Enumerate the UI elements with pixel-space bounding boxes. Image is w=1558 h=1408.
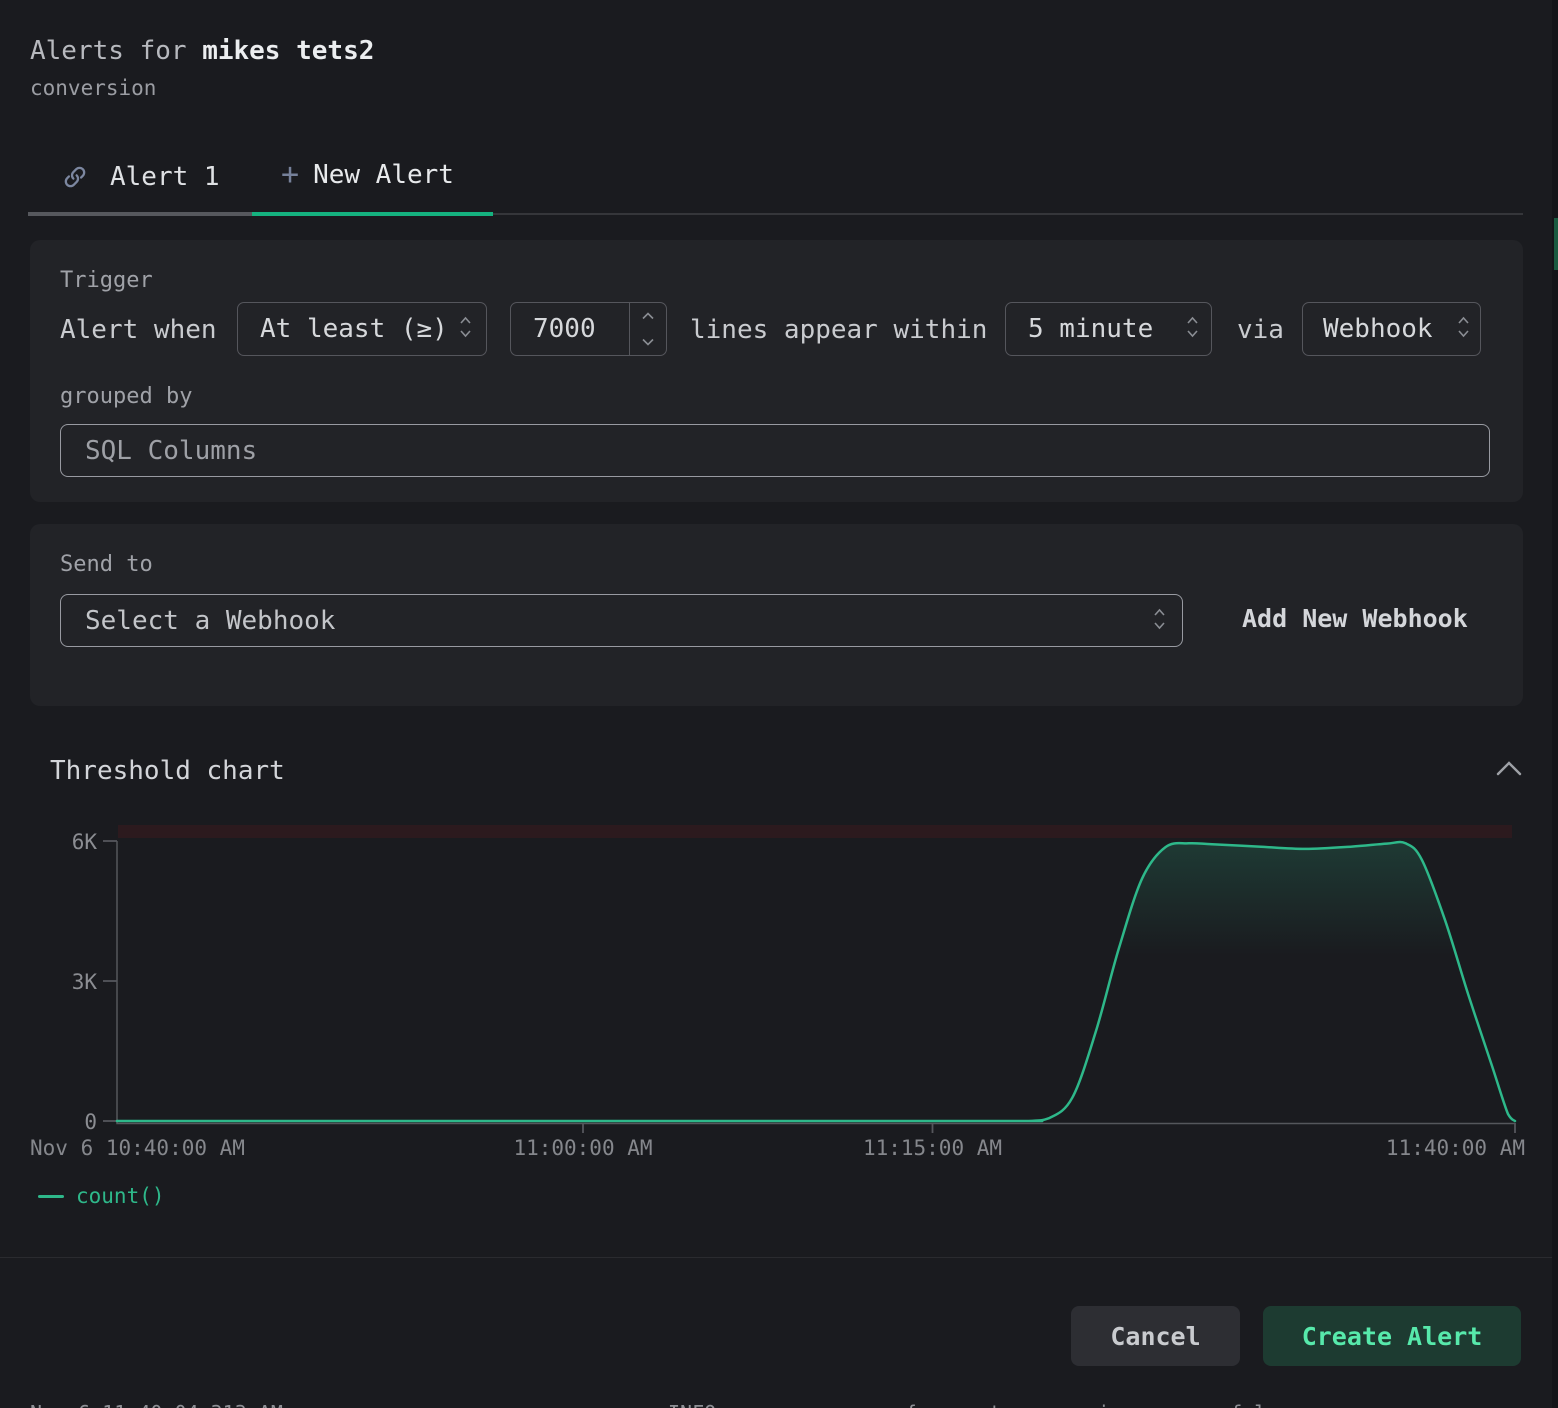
svg-text:Nov 6 10:40:00 AM: Nov 6 10:40:00 AM xyxy=(30,1136,245,1160)
collapse-chart-button[interactable] xyxy=(1494,758,1524,784)
link-icon xyxy=(62,164,88,190)
chevron-up-icon xyxy=(1494,758,1524,780)
svg-text:0: 0 xyxy=(84,1110,97,1134)
cancel-button[interactable]: Cancel xyxy=(1071,1306,1240,1366)
tab-alert-1-label: Alert 1 xyxy=(110,162,220,192)
grouped-by-label: grouped by xyxy=(60,384,192,409)
webhook-select-value: Select a Webhook xyxy=(85,606,335,636)
log-service: currency xyxy=(355,1401,451,1408)
threshold-stepper xyxy=(629,303,666,355)
chevron-updown-icon xyxy=(1186,314,1199,344)
chevron-updown-icon xyxy=(1457,314,1470,344)
svg-text:11:00:00 AM: 11:00:00 AM xyxy=(513,1136,652,1160)
chevron-down-icon xyxy=(642,338,654,346)
chevron-updown-icon xyxy=(1153,606,1166,636)
threshold-number-field xyxy=(510,302,667,356)
plus-icon: + xyxy=(281,160,299,190)
sql-columns-field xyxy=(60,424,1490,477)
send-to-label: Send to xyxy=(60,552,153,577)
chevron-updown-icon xyxy=(459,314,472,344)
footer-divider xyxy=(0,1257,1558,1258)
threshold-input[interactable] xyxy=(511,314,629,344)
alert-when-text: Alert when xyxy=(60,315,217,345)
legend-line-swatch xyxy=(38,1195,64,1198)
send-to-panel: Send to Select a Webhook Add New Webhook xyxy=(30,524,1523,706)
svg-text:6K: 6K xyxy=(72,830,98,854)
log-message: {convert conversion successful xyxy=(905,1401,1266,1408)
svg-text:11:40:00 AM: 11:40:00 AM xyxy=(1386,1136,1525,1160)
threshold-chart-svg: 6K 3K 0Nov 6 10:40:00 AM 11:00:00 AM 11:15:0… xyxy=(0,815,1558,1167)
stepper-up-button[interactable] xyxy=(630,303,666,329)
background-log-row: Nov 6 11:40:04.313 AM currency INFO {con… xyxy=(0,1399,1558,1408)
comparator-select[interactable]: At least (≥) xyxy=(237,302,487,356)
dataset-name: mikes tets2 xyxy=(202,36,374,66)
page-title-prefix: Alerts for xyxy=(30,36,202,66)
tab-alert-1-indicator xyxy=(28,212,252,216)
tab-new-alert-active-indicator xyxy=(252,212,493,216)
chevron-up-icon xyxy=(642,312,654,320)
right-edge-green-sliver xyxy=(1554,218,1558,270)
comparator-value: At least (≥) xyxy=(260,314,448,344)
trigger-section-label: Trigger xyxy=(60,268,153,293)
page-subtitle: conversion xyxy=(30,76,156,100)
window-select[interactable]: 5 minute xyxy=(1005,302,1212,356)
via-text: via xyxy=(1237,315,1284,345)
add-new-webhook-button[interactable]: Add New Webhook xyxy=(1242,604,1468,633)
channel-select[interactable]: Webhook xyxy=(1302,302,1481,356)
threshold-chart-title: Threshold chart xyxy=(50,756,285,786)
log-timestamp: Nov 6 11:40:04.313 AM xyxy=(30,1401,283,1408)
webhook-select[interactable]: Select a Webhook xyxy=(60,594,1183,647)
sql-columns-input[interactable] xyxy=(61,436,1489,466)
channel-value: Webhook xyxy=(1323,314,1433,344)
tab-alert-1[interactable]: Alert 1 xyxy=(62,162,220,192)
page-title: Alerts for mikes tets2 xyxy=(30,36,374,66)
tab-new-alert[interactable]: + New Alert xyxy=(281,160,454,190)
tab-new-alert-label: New Alert xyxy=(313,160,454,190)
stepper-down-button[interactable] xyxy=(630,329,666,355)
trigger-panel: Trigger Alert when At least (≥) lines ap… xyxy=(30,240,1523,502)
chart-legend: count() xyxy=(38,1184,165,1208)
right-edge-strip xyxy=(1552,0,1558,1408)
log-level: INFO xyxy=(668,1401,716,1408)
svg-text:3K: 3K xyxy=(72,970,98,994)
lines-within-text: lines appear within xyxy=(690,315,987,345)
create-alert-button[interactable]: Create Alert xyxy=(1263,1306,1521,1366)
legend-label: count() xyxy=(76,1184,165,1208)
window-value: 5 minute xyxy=(1028,314,1153,344)
svg-text:11:15:00 AM: 11:15:00 AM xyxy=(863,1136,1002,1160)
